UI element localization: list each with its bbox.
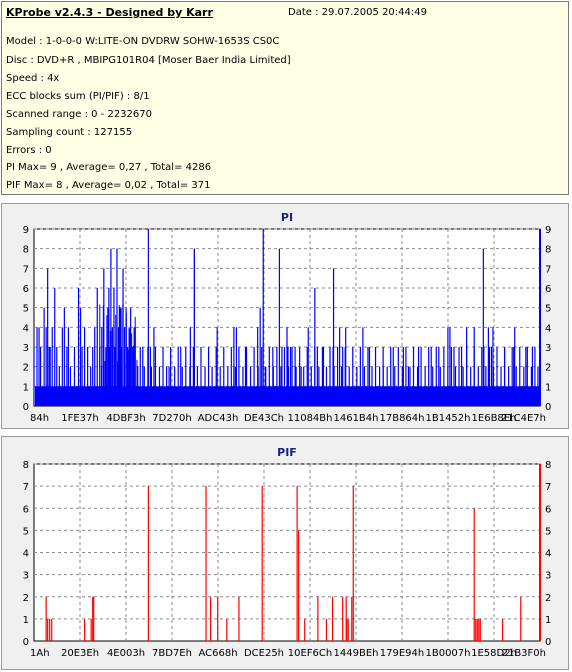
scan-date: Date : 29.07.2005 20:44:49 <box>288 7 427 18</box>
pif-ytick-left: 8 <box>23 460 29 471</box>
pif-ytick-left: 1 <box>23 615 29 626</box>
pif-xtick: 4E003h <box>107 648 145 659</box>
pif-xtick: 1449BEh <box>334 648 379 659</box>
pif-xtick: 7BD7Eh <box>152 648 192 659</box>
info-model: Model : 1-0-0-0 W:LITE-ON DVDRW SOHW-165… <box>6 36 280 47</box>
pi-xtick: 11084Bh <box>287 413 332 424</box>
pi-xtick: DE43Ch <box>244 413 284 424</box>
pi-ytick-right: 2 <box>545 363 551 374</box>
pif-xtick: 1B0007h <box>425 648 470 659</box>
pi-ytick-left: 6 <box>23 284 29 295</box>
pi-ytick-right: 0 <box>545 402 551 413</box>
pi-xtick: 17B864h <box>379 413 424 424</box>
info-panel: KProbe v2.4.3 - Designed by Karr Date : … <box>1 1 569 195</box>
pif-xtick: 10EF6Ch <box>288 648 332 659</box>
pi-ytick-right: 8 <box>545 245 551 256</box>
pif-chart-panel: PIF 0 0 1 1 2 2 3 3 4 4 5 5 6 6 7 7 8 8 1Ah 20E3Eh 4E003h 7BD7… <box>1 436 569 670</box>
pi-xtick: 1461B4h <box>333 413 378 424</box>
pif-ytick-left: 4 <box>23 549 29 560</box>
pif-xtick: 179E94h <box>380 648 424 659</box>
pi-xtick: 1B1452h <box>425 413 470 424</box>
pi-ytick-left: 5 <box>23 304 29 315</box>
pif-ytick-left: 6 <box>23 504 29 515</box>
pi-xtick: ADC43h <box>198 413 239 424</box>
pi-xtick: 84h <box>30 413 49 424</box>
pi-ytick-right: 5 <box>545 304 551 315</box>
info-pi-stats: PI Max= 9 , Average= 0,27 , Total= 4286 <box>6 162 212 173</box>
pi-ytick-left: 2 <box>23 363 29 374</box>
pif-ytick-right: 0 <box>545 637 551 648</box>
info-ecc: ECC blocks sum (PI/PIF) : 8/1 <box>6 91 150 102</box>
pi-ytick-right: 9 <box>545 225 551 236</box>
pif-title: PIF <box>277 446 297 459</box>
pi-ytick-left: 0 <box>23 402 29 413</box>
pif-ytick-right: 8 <box>545 460 551 471</box>
pif-ytick-left: 2 <box>23 593 29 604</box>
pi-xtick: 7D270h <box>152 413 192 424</box>
pif-ytick-right: 2 <box>545 593 551 604</box>
pi-ytick-right: 3 <box>545 343 551 354</box>
pif-chart: PIF 0 0 1 1 2 2 3 3 4 4 5 5 6 6 7 7 8 8 1Ah 20E3Eh 4E003h 7BD7… <box>23 446 552 659</box>
pif-xtick: 21B3F0h <box>502 648 546 659</box>
pif-ytick-left: 3 <box>23 571 29 582</box>
pi-xtick: 21C4E7h <box>501 413 546 424</box>
pi-ytick-right: 1 <box>545 382 551 393</box>
pif-ytick-right: 5 <box>545 526 551 537</box>
pif-xtick: DCE25h <box>244 648 284 659</box>
pif-ytick-left: 5 <box>23 526 29 537</box>
pif-ytick-left: 0 <box>23 637 29 648</box>
info-sampling: Sampling count : 127155 <box>6 127 133 138</box>
pif-ytick-right: 4 <box>545 549 551 560</box>
pi-ytick-left: 3 <box>23 343 29 354</box>
pi-xtick: 4DBF3h <box>106 413 145 424</box>
pi-ytick-left: 1 <box>23 382 29 393</box>
pif-xtick: 1Ah <box>30 648 50 659</box>
pif-xtick: 20E3Eh <box>61 648 99 659</box>
pi-ytick-left: 4 <box>23 323 29 334</box>
app-title: KProbe v2.4.3 - Designed by Karr <box>6 6 213 19</box>
info-errors: Errors : 0 <box>6 145 52 156</box>
pif-ytick-right: 6 <box>545 504 551 515</box>
pi-ytick-left: 9 <box>23 225 29 236</box>
info-range: Scanned range : 0 - 2232670 <box>6 109 152 120</box>
pi-chart-panel: PI 0 0 1 1 2 2 3 3 4 4 5 5 6 6 7 7 8 8 9 9 84h 1FE37h 4DBF3h 7D2… <box>1 203 569 429</box>
pi-ytick-left: 8 <box>23 245 29 256</box>
pif-ytick-right: 1 <box>545 615 551 626</box>
pif-xtick: AC668h <box>198 648 237 659</box>
pif-ytick-left: 7 <box>23 482 29 493</box>
pif-ytick-right: 3 <box>545 571 551 582</box>
info-speed: Speed : 4x <box>6 73 60 84</box>
pi-xtick: 1FE37h <box>61 413 99 424</box>
pi-ytick-right: 4 <box>545 323 551 334</box>
pi-ytick-left: 7 <box>23 264 29 275</box>
pi-ytick-right: 7 <box>545 264 551 275</box>
pi-ytick-right: 6 <box>545 284 551 295</box>
pi-title: PI <box>281 211 293 224</box>
info-disc: Disc : DVD+R , MBIPG101R04 [Moser Baer I… <box>6 55 291 66</box>
pif-ytick-right: 7 <box>545 482 551 493</box>
pi-chart: PI 0 0 1 1 2 2 3 3 4 4 5 5 6 6 7 7 8 8 9 9 84h 1FE37h 4DBF3h 7D2… <box>23 211 552 424</box>
info-pif-stats: PIF Max= 8 , Average= 0,02 , Total= 371 <box>6 180 211 191</box>
